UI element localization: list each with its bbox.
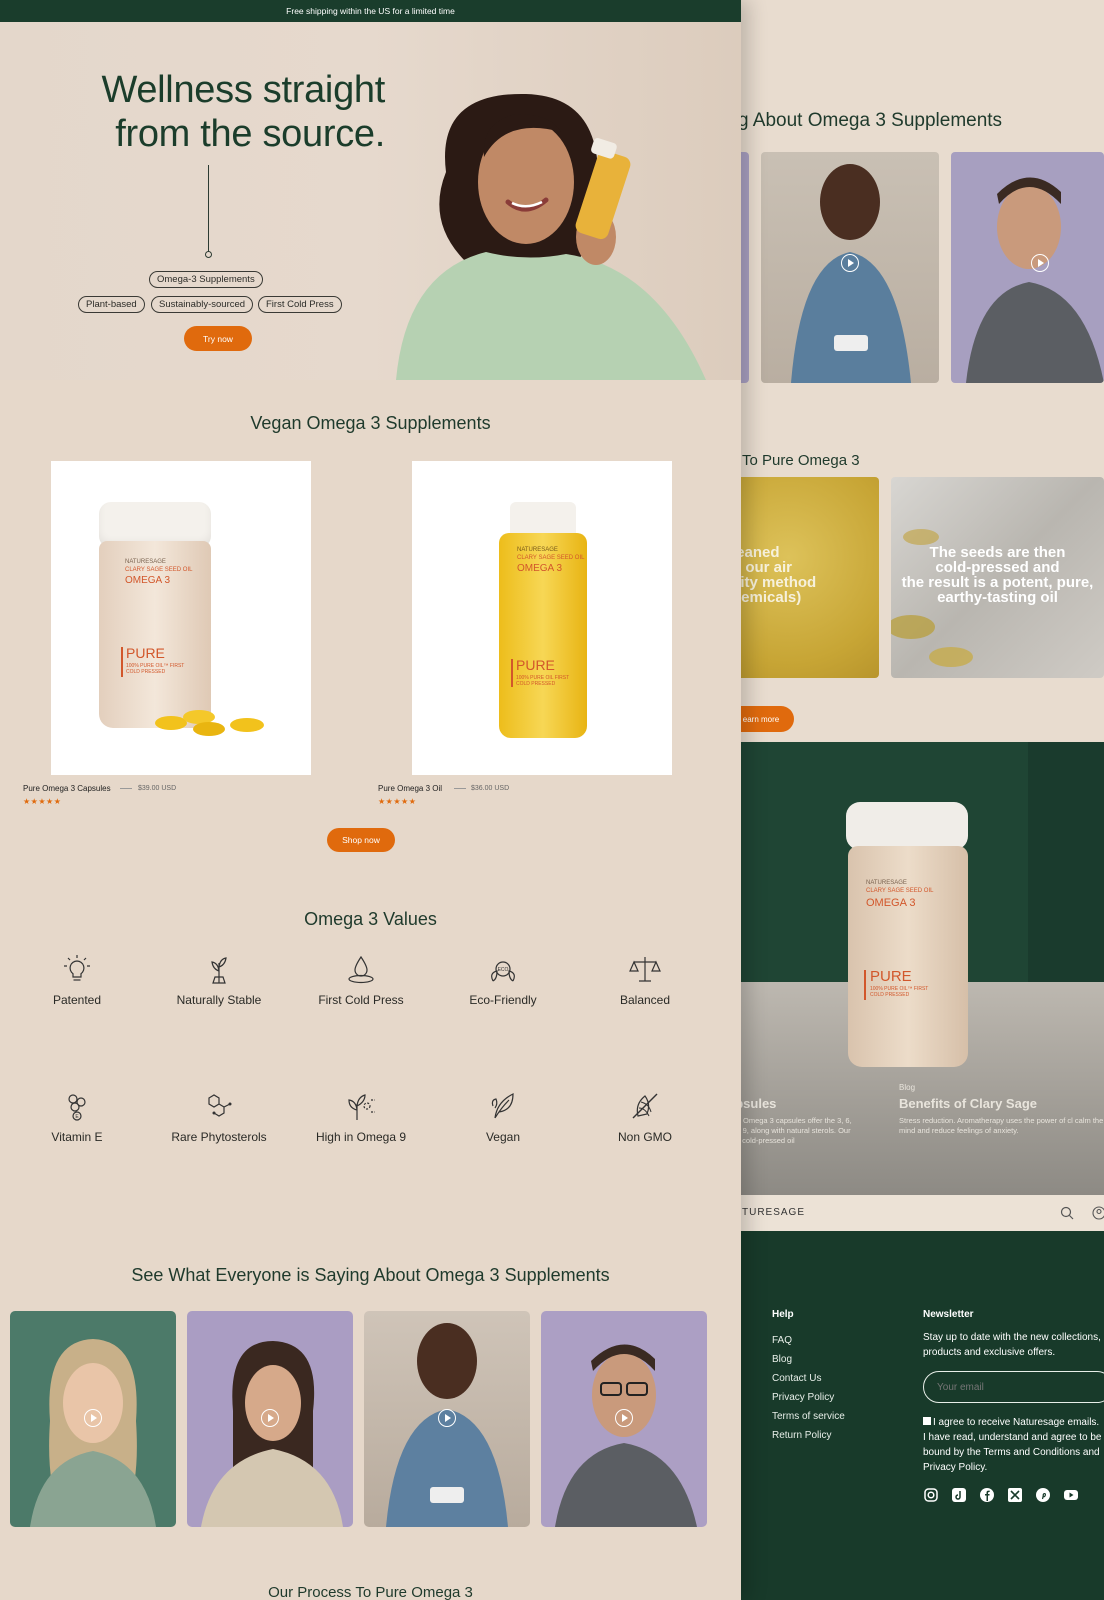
bg-video-card[interactable] <box>761 152 939 383</box>
youtube-icon[interactable] <box>1063 1487 1079 1503</box>
value-non-gmo: Non GMO <box>580 1090 710 1144</box>
tag-first-cold-press: First Cold Press <box>258 296 342 313</box>
footer-link-return[interactable]: Return Policy <box>772 1430 831 1441</box>
capsules-bottle: NATURESAGE CLARY SAGE SEED OIL OMEGA 3 P… <box>99 541 211 728</box>
bg-process-card: The seeds are then cold-pressed and the … <box>891 477 1104 678</box>
try-now-button[interactable]: Try now <box>184 326 252 351</box>
bottle-image: NATURESAGE CLARY SAGE SEED OIL OMEGA 3 P… <box>846 802 968 1067</box>
newsletter-email-input[interactable] <box>923 1371 1104 1403</box>
oil-bottle: NATURESAGE CLARY SAGE SEED OIL OMEGA 3 P… <box>499 533 587 738</box>
value-vegan: Vegan <box>438 1090 568 1144</box>
newsletter-title: Newsletter <box>923 1309 974 1320</box>
product-card-capsules[interactable]: NATURESAGE CLARY SAGE SEED OIL OMEGA 3 P… <box>51 461 311 775</box>
eco-leaves-icon: ECO <box>491 961 515 982</box>
product-name[interactable]: Pure Omega 3 Capsules <box>23 784 111 793</box>
footer-link-privacy[interactable]: Privacy Policy <box>772 1392 834 1403</box>
bg-blog-text: l Oil Omega 3 capsules offer the 3, 6, a… <box>728 1116 852 1145</box>
social-links <box>923 1487 1079 1503</box>
tiktok-icon[interactable] <box>951 1487 967 1503</box>
play-icon[interactable] <box>841 254 859 272</box>
hero-section: Wellness straight from the source. Omega… <box>0 22 741 380</box>
plant-icon <box>211 957 227 984</box>
value-rare-phytosterols: Rare Phytosterols <box>154 1090 284 1144</box>
search-icon[interactable] <box>1060 1206 1074 1220</box>
account-icon[interactable] <box>1092 1206 1104 1220</box>
product-price: $39.00 USD <box>138 785 177 792</box>
announcement-banner: Free shipping within the US for a limite… <box>0 0 741 22</box>
hero-headline: Wellness straight from the source. <box>101 69 385 155</box>
capsules-softgels <box>155 710 264 736</box>
play-icon[interactable] <box>615 1409 633 1427</box>
bg-process-text: The seeds are then cold-pressed and the … <box>901 544 1094 606</box>
product-card-oil[interactable]: NATURESAGE CLARY SAGE SEED OIL OMEGA 3 P… <box>412 461 672 775</box>
molecule-icon <box>208 1094 232 1117</box>
consent-checkbox[interactable] <box>923 1417 931 1425</box>
footer: Help FAQ Blog Contact Us Privacy Policy … <box>728 1231 1104 1600</box>
bg-process-text: leaned g our air vity method hemicals) <box>732 544 817 606</box>
play-icon[interactable] <box>1031 254 1049 272</box>
oil-drop-icon <box>348 955 374 984</box>
play-icon[interactable] <box>438 1409 456 1427</box>
tag-sustainably-sourced: Sustainably-sourced <box>151 296 254 313</box>
newsletter-consent: I agree to receive Naturesage emails. I … <box>923 1417 1102 1473</box>
footer-link-contact[interactable]: Contact Us <box>772 1373 821 1384</box>
hero-model-photo <box>396 93 706 380</box>
x-twitter-icon[interactable] <box>1007 1487 1023 1503</box>
no-gmo-icon <box>632 1093 658 1119</box>
testimonial-video-card[interactable] <box>187 1311 353 1527</box>
leaf-icon <box>491 1093 514 1119</box>
bg-testimonials-heading: g About Omega 3 Supplements <box>738 110 1003 131</box>
vitamin-capsule-icon: E <box>68 1094 86 1121</box>
value-first-cold-press: First Cold Press <box>296 953 426 1007</box>
footer-link-blog[interactable]: Blog <box>772 1354 792 1365</box>
testimonial-video-card[interactable] <box>364 1311 530 1527</box>
scale-icon <box>629 957 661 982</box>
value-balanced: Balanced <box>580 953 710 1007</box>
product-name[interactable]: Pure Omega 3 Oil <box>378 784 442 793</box>
bg-process-card: leaned g our air vity method hemicals) <box>728 477 879 678</box>
rating-stars: ★★★★★ <box>23 797 62 806</box>
bg-blog-feature: NATURESAGE CLARY SAGE SEED OIL OMEGA 3 P… <box>728 742 1104 1195</box>
bg-blog-text: Stress reduction. Aromatherapy uses the … <box>899 1116 1104 1135</box>
rating-stars: ★★★★★ <box>378 797 417 806</box>
bg-blog-title[interactable]: Benefits of Clary Sage <box>899 1096 1037 1111</box>
svg-text:ECO: ECO <box>498 967 509 973</box>
shop-now-button[interactable]: Shop now <box>327 828 395 852</box>
sprout-icon <box>348 1094 375 1120</box>
testimonial-video-card[interactable] <box>541 1311 707 1527</box>
value-high-omega-9: High in Omega 9 <box>296 1090 426 1144</box>
bg-video-card[interactable] <box>951 152 1104 383</box>
bg-navbar: TURESAGE <box>728 1195 1104 1231</box>
bg-process-heading: To Pure Omega 3 <box>742 452 860 469</box>
play-icon[interactable] <box>84 1409 102 1427</box>
tag-plant-based: Plant-based <box>78 296 145 313</box>
value-eco-friendly: ECO Eco-Friendly <box>438 953 568 1007</box>
main-page: Free shipping within the US for a limite… <box>0 0 741 1600</box>
value-naturally-stable: Naturally Stable <box>154 953 284 1007</box>
play-icon[interactable] <box>261 1409 279 1427</box>
testimonials-title: See What Everyone is Saying About Omega … <box>131 1265 610 1285</box>
instagram-icon[interactable] <box>923 1487 939 1503</box>
pinterest-icon[interactable] <box>1035 1487 1051 1503</box>
footer-link-terms[interactable]: Terms of service <box>772 1411 845 1422</box>
footer-link-faq[interactable]: FAQ <box>772 1335 792 1346</box>
testimonial-video-card[interactable] <box>10 1311 176 1527</box>
logo[interactable]: TURESAGE <box>742 1207 805 1218</box>
hero-divider-line <box>208 165 209 255</box>
values-title: Omega 3 Values <box>304 909 437 929</box>
newsletter-text: Stay up to date with the new collections… <box>923 1332 1101 1358</box>
person-photo <box>966 177 1104 383</box>
process-title: Our Process To Pure Omega 3 <box>268 1584 473 1600</box>
value-vitamin-e: E Vitamin E <box>12 1090 142 1144</box>
footer-help-title: Help <box>772 1309 794 1320</box>
bg-blog-tag: Blog <box>899 1083 916 1092</box>
tag-omega3: Omega-3 Supplements <box>149 271 263 288</box>
products-title: Vegan Omega 3 Supplements <box>250 413 491 433</box>
lightbulb-icon <box>64 955 90 981</box>
value-patented: Patented <box>12 953 142 1007</box>
hero-divider-dot <box>205 251 212 258</box>
product-price: $36.00 USD <box>471 785 510 792</box>
facebook-icon[interactable] <box>979 1487 995 1503</box>
